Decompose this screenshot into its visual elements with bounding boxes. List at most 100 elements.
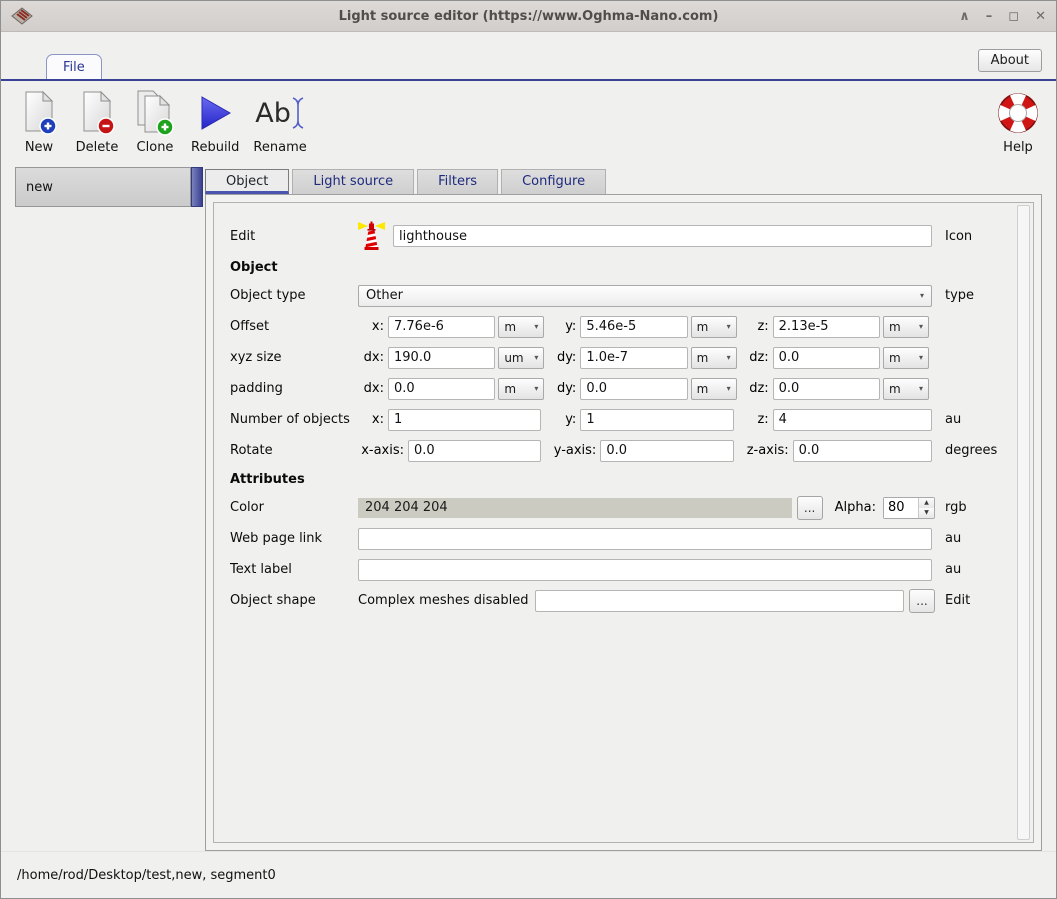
shade-icon[interactable]: ∧ — [959, 10, 970, 23]
num-z-input[interactable] — [773, 409, 932, 431]
padding-dy-prefix: dy: — [550, 381, 576, 396]
web-page-link-label: Web page link — [230, 531, 358, 546]
object-shape-note: Complex meshes disabled — [358, 593, 528, 608]
new-button[interactable]: New — [17, 89, 61, 155]
padding-dy-input[interactable] — [580, 378, 687, 400]
chevron-down-icon: ▾ — [920, 291, 924, 300]
rotate-row: Rotate x-axis: y-axis: — [230, 435, 1003, 466]
edit-name-input[interactable] — [393, 225, 932, 247]
object-shape-input[interactable] — [535, 590, 904, 612]
tab-file[interactable]: File — [46, 54, 102, 79]
maximize-icon[interactable]: ◻ — [1008, 10, 1019, 23]
tab-light-source[interactable]: Light source — [292, 169, 414, 194]
form-vertical-scrollbar[interactable] — [1017, 205, 1030, 840]
app-logo-icon — [11, 7, 33, 25]
offset-y-input[interactable] — [580, 316, 687, 338]
status-bar: /home/rod/Desktop/test,new, segment0 — [1, 851, 1056, 898]
num-z-prefix: z: — [743, 412, 769, 427]
xyz-size-dy-unit-dropdown[interactable]: m ▾ — [691, 347, 737, 369]
chevron-down-icon: ▾ — [919, 384, 923, 393]
padding-dz-unit-value: m — [889, 382, 901, 396]
object-shape-browse-button[interactable]: ... — [909, 589, 935, 613]
num-x-input[interactable] — [388, 409, 541, 431]
offset-x-input[interactable] — [388, 316, 495, 338]
delete-button[interactable]: Delete — [75, 89, 119, 155]
offset-z-unit-dropdown[interactable]: m ▾ — [883, 316, 929, 338]
tab-configure[interactable]: Configure — [501, 169, 606, 194]
xyz-size-dx-input[interactable] — [388, 347, 495, 369]
web-page-link-suffix: au — [935, 531, 1003, 546]
num-y-input[interactable] — [580, 409, 733, 431]
padding-dy-unit-value: m — [697, 382, 709, 396]
minimize-icon[interactable]: – — [986, 10, 993, 23]
attributes-section-heading: Attributes — [230, 466, 1003, 492]
padding-dx-unit-value: m — [504, 382, 516, 396]
rotate-y-input[interactable] — [600, 440, 733, 462]
web-page-link-row: Web page link au — [230, 523, 1003, 554]
rotate-x-input[interactable] — [408, 440, 541, 462]
about-button[interactable]: About — [978, 49, 1042, 72]
padding-dx-input[interactable] — [388, 378, 495, 400]
spin-down-icon[interactable]: ▼ — [919, 508, 934, 518]
offset-y-unit-dropdown[interactable]: m ▾ — [691, 316, 737, 338]
padding-dz-prefix: dz: — [743, 381, 769, 396]
rebuild-button[interactable]: Rebuild — [191, 89, 239, 155]
offset-x-unit-dropdown[interactable]: m ▾ — [498, 316, 544, 338]
num-y-prefix: y: — [550, 412, 576, 427]
lighthouse-icon[interactable] — [358, 221, 385, 251]
close-icon[interactable]: ✕ — [1035, 10, 1046, 23]
color-swatch[interactable]: 204 204 204 — [358, 498, 792, 518]
offset-z-input[interactable] — [773, 316, 880, 338]
clone-documents-icon — [134, 89, 176, 137]
object-type-value: Other — [366, 288, 403, 303]
text-label-input[interactable] — [358, 559, 932, 581]
object-tab-panel: Edit — [205, 194, 1042, 851]
help-button-label: Help — [1003, 140, 1033, 155]
number-of-objects-suffix: au — [935, 412, 1003, 427]
tab-bar: Object Light source Filters Configure — [205, 167, 1042, 194]
xyz-size-dy-input[interactable] — [580, 347, 687, 369]
padding-dy-unit-dropdown[interactable]: m ▾ — [691, 378, 737, 400]
ribbon-bar: File About — [1, 32, 1056, 81]
rotate-label: Rotate — [230, 443, 358, 458]
xyz-size-dz-input[interactable] — [773, 347, 880, 369]
alpha-spinner: ▲ ▼ — [883, 497, 935, 519]
list-item-new[interactable]: new — [15, 167, 191, 207]
padding-dz-unit-dropdown[interactable]: m ▾ — [883, 378, 929, 400]
light-source-editor-window: Light source editor (https://www.Oghma-N… — [0, 0, 1057, 899]
xyz-size-dx-unit-dropdown[interactable]: um ▾ — [498, 347, 544, 369]
number-of-objects-row: Number of objects x: y: — [230, 404, 1003, 435]
padding-dz-input[interactable] — [773, 378, 880, 400]
spin-up-icon[interactable]: ▲ — [919, 498, 934, 508]
object-type-combobox[interactable]: Other ▾ — [358, 285, 932, 307]
new-button-label: New — [25, 140, 53, 155]
offset-y-unit-value: m — [697, 320, 709, 334]
tab-object[interactable]: Object — [205, 169, 289, 194]
offset-row: Offset x: m ▾ y: — [230, 311, 1003, 342]
rebuild-button-label: Rebuild — [191, 140, 239, 155]
rotate-z-input[interactable] — [793, 440, 932, 462]
edit-label: Edit — [230, 229, 358, 244]
rename-button[interactable]: Ab Rename — [253, 89, 306, 155]
rename-button-label: Rename — [253, 140, 306, 155]
list-scrollbar-thumb[interactable] — [191, 167, 203, 207]
xyz-size-dy-unit-value: m — [697, 351, 709, 365]
help-lifebuoy-icon — [996, 89, 1040, 137]
object-form-frame: Edit — [213, 202, 1034, 843]
web-page-link-input[interactable] — [358, 528, 932, 550]
window-title: Light source editor (https://www.Oghma-N… — [1, 9, 1056, 24]
offset-x-prefix: x: — [358, 319, 384, 334]
help-button[interactable]: Help — [996, 89, 1040, 155]
alpha-input[interactable] — [884, 498, 918, 518]
color-picker-button[interactable]: ... — [797, 496, 823, 520]
xyz-size-dx-prefix: dx: — [358, 350, 384, 365]
object-shape-label: Object shape — [230, 593, 358, 608]
tab-filters[interactable]: Filters — [417, 169, 498, 194]
xyz-size-dz-prefix: dz: — [743, 350, 769, 365]
clone-button[interactable]: Clone — [133, 89, 177, 155]
padding-dx-unit-dropdown[interactable]: m ▾ — [498, 378, 544, 400]
offset-label: Offset — [230, 319, 358, 334]
xyz-size-dz-unit-dropdown[interactable]: m ▾ — [883, 347, 929, 369]
chevron-down-icon: ▾ — [727, 322, 731, 331]
text-label-label: Text label — [230, 562, 358, 577]
